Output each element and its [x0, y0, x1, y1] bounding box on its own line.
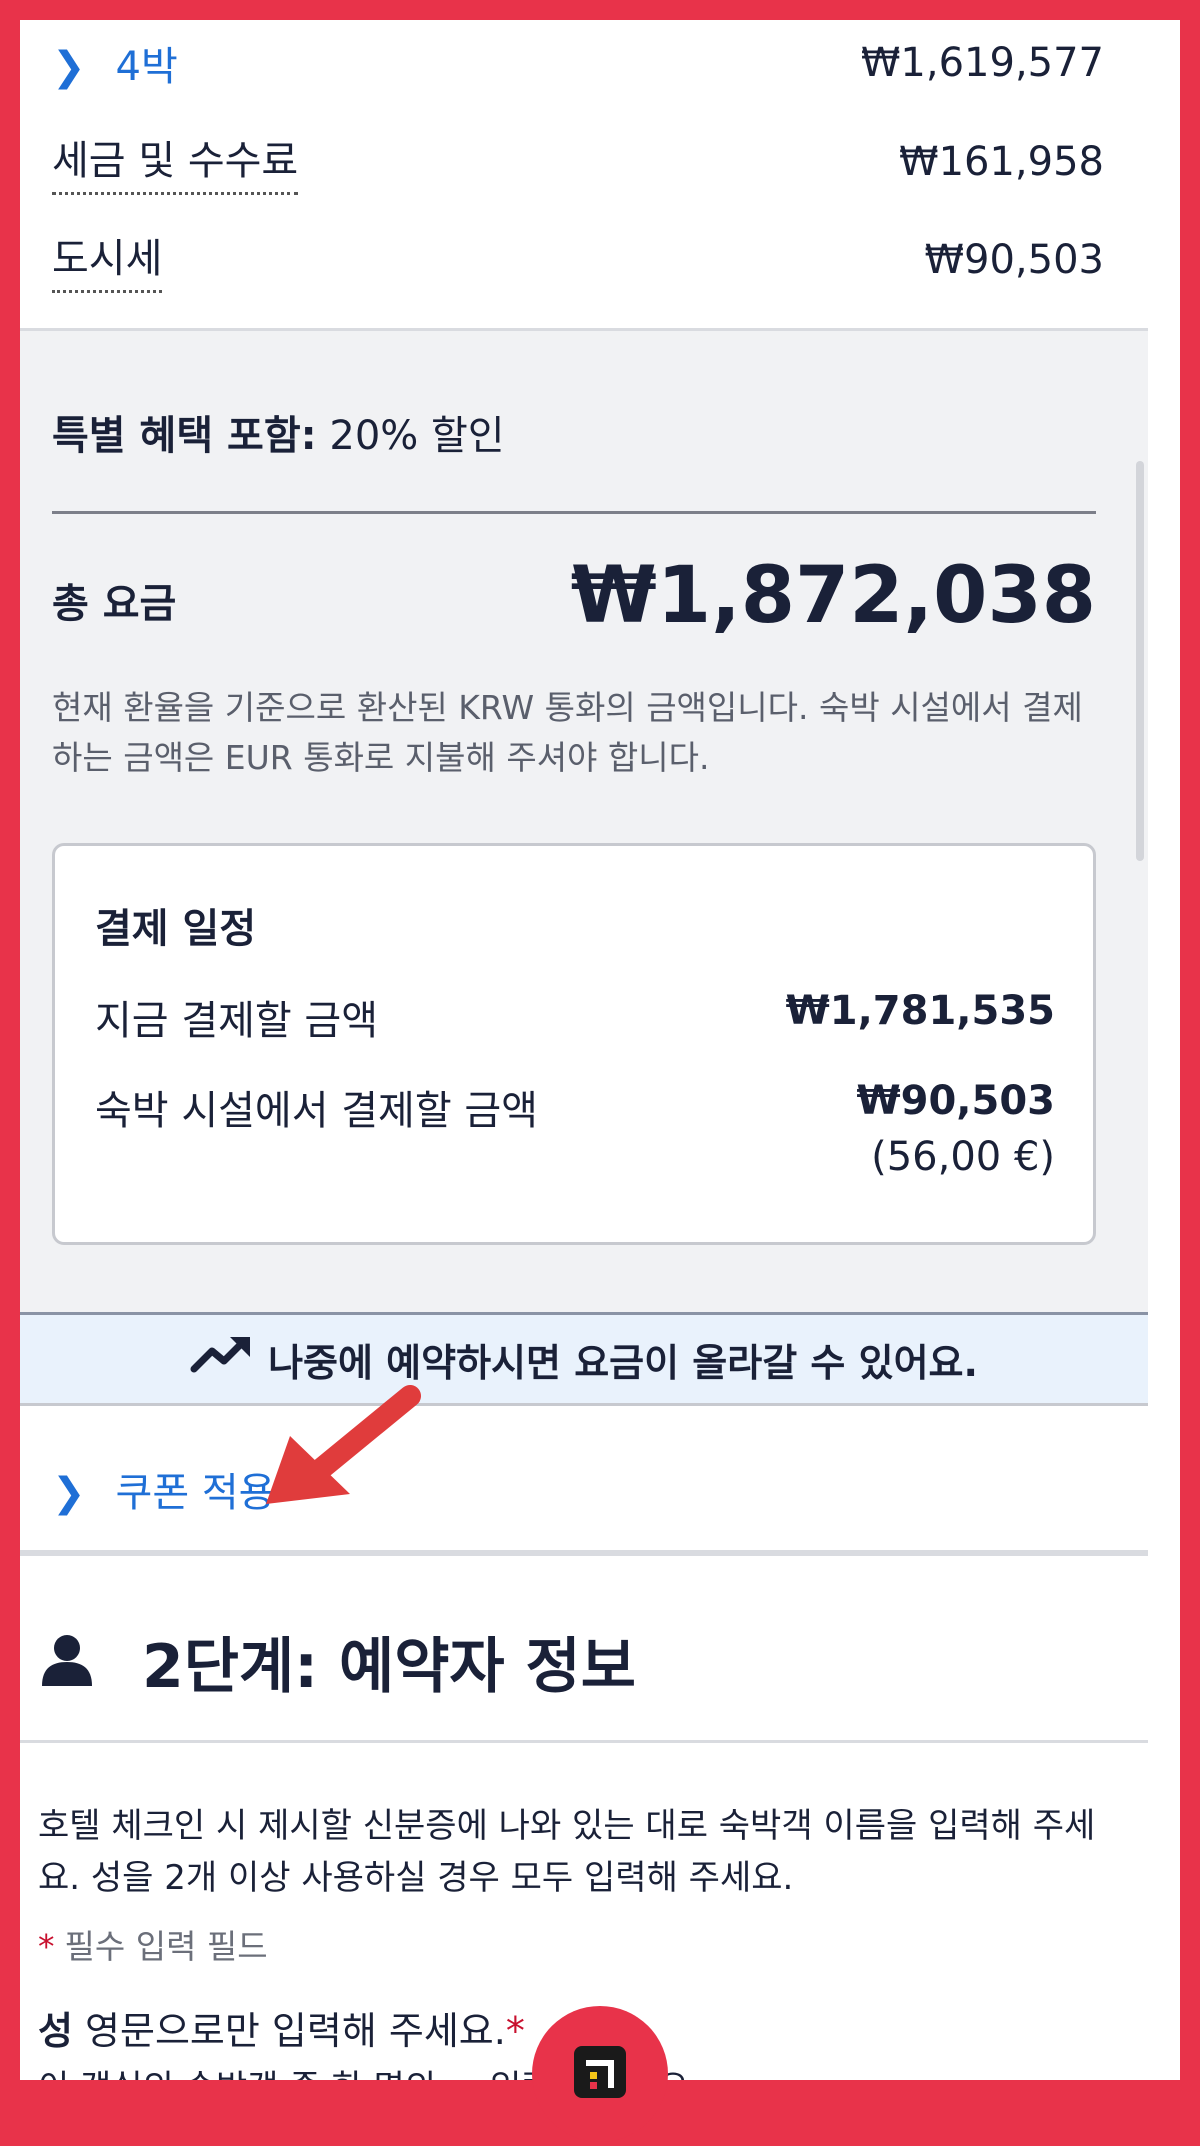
phone-screen: ❯ 4박 ₩1,619,577 세금 및 수수료 ₩161,958 도시세 ₩90…	[20, 20, 1180, 2080]
pay-now-label: 지금 결제할 금액	[95, 998, 379, 1044]
coupon-label: 쿠폰 적용	[115, 1470, 276, 1516]
nights-toggle[interactable]: ❯ 4박	[52, 34, 178, 92]
chevron-right-icon: ❯	[52, 44, 86, 90]
surname-hint: 영문으로만 입력해 주세요.	[72, 2009, 506, 2053]
chevron-right-icon: ❯	[52, 1470, 86, 1516]
divider	[52, 511, 1096, 514]
section-divider	[20, 1550, 1148, 1556]
city-tax-value: ₩90,503	[924, 236, 1104, 283]
payment-schedule-title: 결제 일정	[95, 906, 257, 952]
guest-name-instructions: 호텔 체크인 시 제시할 신분증에 나와 있는 대로 숙박객 이름을 입력해 주…	[38, 1806, 1096, 1898]
pay-at-property-label: 숙박 시설에서 결제할 금액	[95, 1088, 538, 1134]
city-tax-label[interactable]: 도시세	[52, 226, 163, 293]
required-star: *	[38, 1927, 55, 1966]
person-icon	[40, 1632, 94, 1692]
nights-value: ₩1,619,577	[860, 40, 1104, 86]
price-summary-panel: 특별 혜택 포함: 20% 할인 총 요금 ₩1,872,038 현재 환율을 …	[20, 328, 1148, 1315]
required-star: *	[505, 2009, 525, 2053]
trending-up-icon	[190, 1335, 252, 1384]
discount-value: 20% 할인	[316, 413, 505, 459]
pay-now-value: ₩1,781,535	[785, 988, 1055, 1034]
nights-row[interactable]: ❯ 4박 ₩1,619,577	[52, 34, 1104, 92]
hotels-logo-button[interactable]	[532, 2006, 668, 2142]
required-text: 필수 입력 필드	[64, 1927, 268, 1966]
apply-coupon-link[interactable]: ❯ 쿠폰 적용	[52, 1460, 275, 1518]
hotels-logo-icon	[568, 2040, 632, 2108]
city-tax-row: 도시세 ₩90,503	[52, 226, 1104, 293]
total-label: 총 요금	[52, 581, 177, 627]
nights-label: 4박	[115, 44, 178, 90]
payment-schedule-card: 결제 일정 지금 결제할 금액 ₩1,781,535 숙박 시설에서 결제할 금…	[52, 843, 1096, 1245]
discount-info: 특별 혜택 포함: 20% 할인	[52, 403, 505, 461]
surname-label: 성	[38, 2009, 73, 2053]
total-price: ₩1,872,038	[570, 551, 1096, 641]
taxes-value: ₩161,958	[899, 138, 1104, 185]
step2-header: 2단계: 예약자 정보	[40, 1618, 636, 1705]
pointer-arrow-annotation	[260, 1382, 440, 1516]
taxes-row: 세금 및 수수료 ₩161,958	[52, 128, 1104, 195]
required-field-note: * 필수 입력 필드	[38, 1920, 268, 1968]
scroll-indicator[interactable]	[1136, 461, 1144, 861]
currency-note: 현재 환율을 기준으로 환산된 KRW 통화의 금액입니다. 숙박 시설에서 결…	[52, 688, 1083, 777]
discount-label: 특별 혜택 포함:	[52, 413, 317, 459]
step2-title: 2단계: 예약자 정보	[142, 1632, 636, 1702]
pay-at-property-value: ₩90,503	[856, 1078, 1055, 1124]
pay-at-property-eur: (56,00 €)	[871, 1134, 1055, 1180]
divider	[20, 1740, 1148, 1743]
banner-text: 나중에 예약하시면 요금이 올라갈 수 있어요.	[268, 1340, 978, 1385]
taxes-label[interactable]: 세금 및 수수료	[52, 128, 299, 195]
price-increase-banner: 나중에 예약하시면 요금이 올라갈 수 있어요.	[20, 1312, 1148, 1406]
surname-field-label: 성 영문으로만 입력해 주세요.*	[38, 2000, 525, 2055]
